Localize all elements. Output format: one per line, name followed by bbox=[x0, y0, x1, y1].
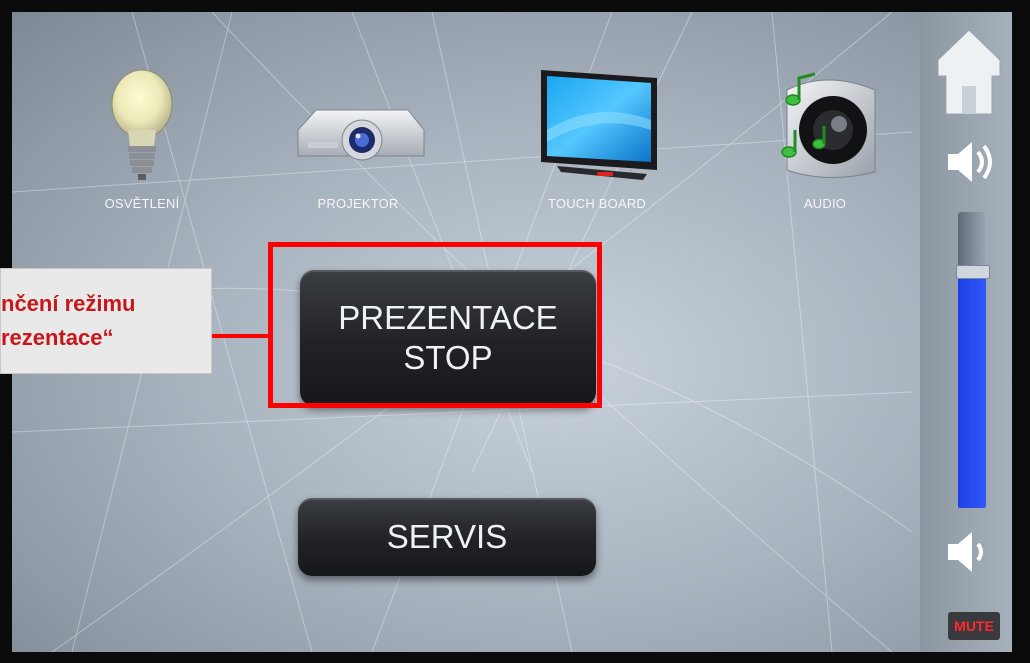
mute-button[interactable]: MUTE bbox=[948, 612, 1000, 640]
callout-line2: rezentace“ bbox=[1, 325, 114, 350]
annotation-callout: nčení režimu rezentace“ bbox=[0, 268, 212, 374]
volume-level-fill bbox=[958, 271, 986, 508]
light-bulb-icon bbox=[111, 69, 173, 180]
device-label: OSVĚTLENÍ bbox=[104, 196, 180, 211]
touch-board-icon bbox=[541, 70, 657, 180]
callout-line1: nčení režimu bbox=[1, 291, 136, 316]
annotation-highlight-box bbox=[268, 242, 602, 408]
volume-up-icon bbox=[948, 142, 992, 182]
servis-button[interactable]: SERVIS bbox=[298, 498, 596, 576]
speaker-icon bbox=[781, 72, 876, 178]
projector-icon bbox=[297, 109, 425, 161]
device-label: AUDIO bbox=[803, 196, 847, 211]
volume-slider[interactable] bbox=[956, 212, 990, 508]
device-tile-projector[interactable]: PROJEKTOR bbox=[268, 60, 448, 220]
volume-slider-thumb[interactable] bbox=[956, 265, 990, 279]
device-label: PROJEKTOR bbox=[317, 196, 399, 211]
device-tile-audio[interactable]: AUDIO bbox=[735, 60, 915, 220]
volume-down-icon bbox=[948, 532, 983, 572]
volume-down-button[interactable] bbox=[944, 526, 1000, 578]
device-tile-touch-board[interactable]: TOUCH BOARD bbox=[507, 60, 687, 220]
annotation-connector bbox=[212, 334, 268, 338]
home-icon bbox=[937, 29, 1001, 115]
home-button[interactable] bbox=[934, 26, 1004, 118]
servis-button-label: SERVIS bbox=[386, 518, 508, 555]
device-label: TOUCH BOARD bbox=[547, 196, 647, 211]
device-tile-lights[interactable]: OSVĚTLENÍ bbox=[52, 60, 232, 220]
volume-up-button[interactable] bbox=[944, 136, 1000, 188]
